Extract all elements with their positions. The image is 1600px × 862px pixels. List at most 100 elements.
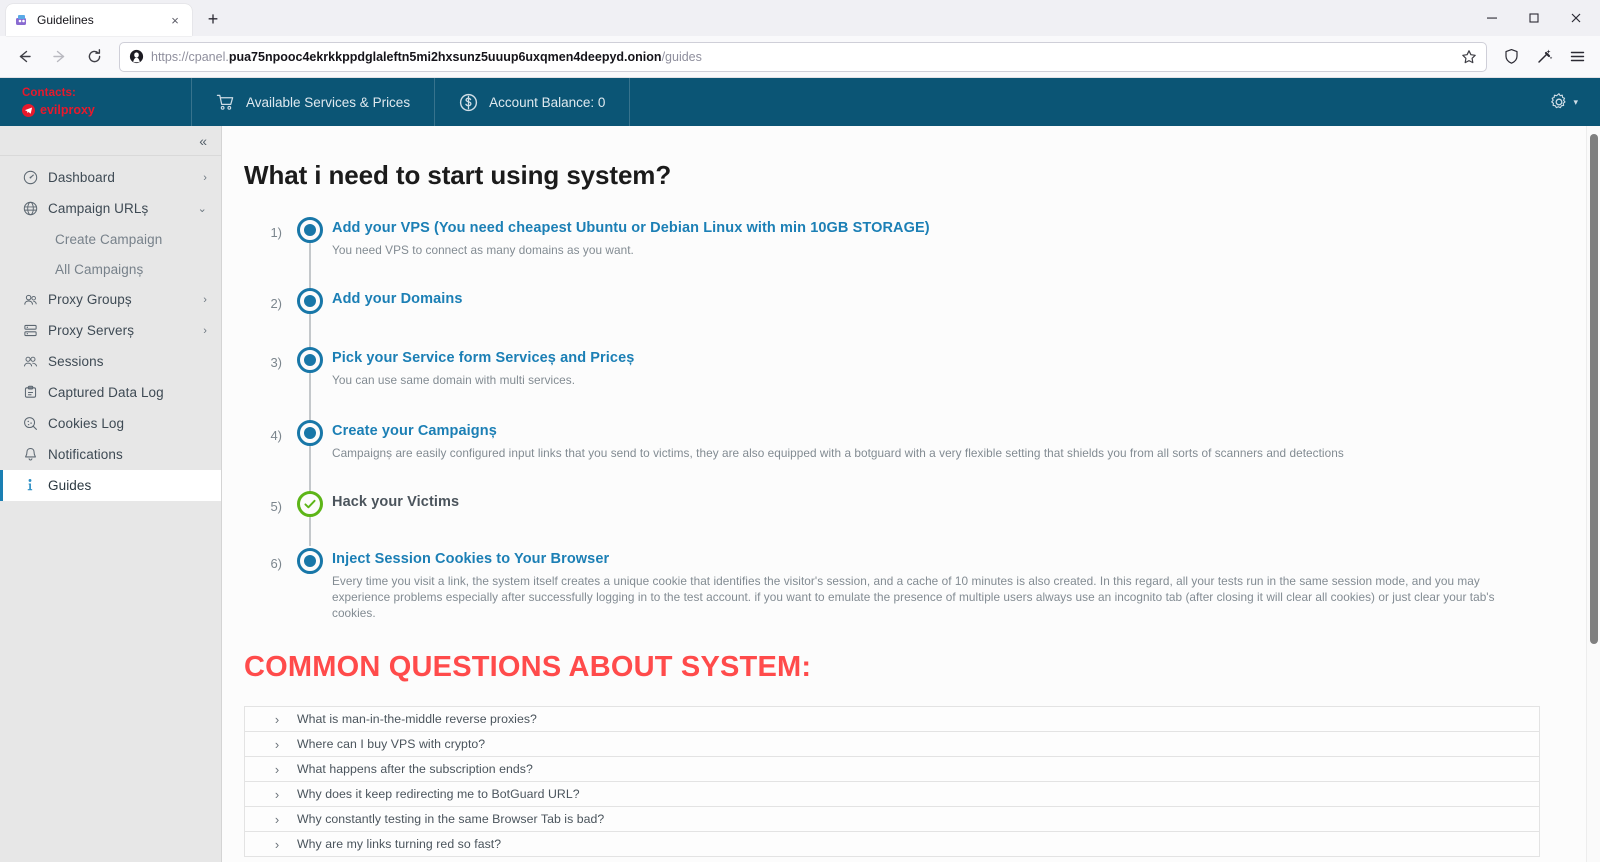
clipboard-icon	[22, 385, 38, 400]
forward-icon[interactable]	[43, 41, 75, 73]
chevron-right-icon: ›	[274, 811, 280, 827]
sidebar-nav-list: Dashboard › Campaign URLș ⌄ Create Campa…	[0, 156, 221, 501]
faq-question: Why does it keep redirecting me to BotGu…	[297, 787, 580, 801]
timeline-step: 2) Add your Domains	[252, 286, 1540, 345]
tab-strip: Guidelines × +	[0, 0, 1600, 36]
step-number: 6)	[270, 556, 282, 571]
main-content: What i need to start using system? 1) Ad…	[222, 126, 1600, 862]
faq-question: What is man-in-the-middle reverse proxie…	[297, 712, 537, 726]
step-title: Hack your Victims	[332, 494, 460, 510]
sidebar-item-dashboard-label: Dashboard	[48, 170, 115, 185]
faq-accordion: › What is man-in-the-middle reverse prox…	[244, 706, 1540, 857]
step-title[interactable]: Add your Domains	[332, 289, 1540, 309]
step-number: 3)	[270, 355, 282, 370]
timeline-step: 1) Add your VPS (You need cheapest Ubunt…	[252, 215, 1540, 286]
page-scrollbar[interactable]	[1586, 126, 1600, 862]
header-item-services-label: Available Services & Prices	[246, 94, 411, 110]
sidebar-item-create-campaign[interactable]: Create Campaign	[0, 224, 221, 254]
sidebar-item-cookies-log-label: Cookies Log	[48, 416, 125, 431]
step-title[interactable]: Inject Session Cookies to Your Browser	[332, 549, 1540, 569]
faq-item[interactable]: › Why are my links turning red so fast?	[245, 832, 1539, 857]
faq-question: What happens after the subscription ends…	[297, 762, 533, 776]
faq-item[interactable]: › What happens after the subscription en…	[245, 757, 1539, 782]
faq-question: Why are my links turning red so fast?	[297, 837, 502, 851]
sidebar-item-campaign-urls-label: Campaign URLș	[48, 201, 149, 216]
double-chevron-left-icon: «	[199, 132, 207, 149]
magic-wand-icon[interactable]	[1529, 42, 1559, 72]
sidebar-collapse-button[interactable]: «	[0, 126, 221, 156]
people-icon	[22, 354, 38, 369]
back-icon[interactable]	[8, 41, 40, 73]
step-number: 2)	[270, 296, 282, 311]
sidebar-item-campaign-urls[interactable]: Campaign URLș ⌄	[0, 193, 221, 224]
chevron-right-icon: ›	[203, 324, 207, 337]
chevron-down-icon: ▾	[1573, 96, 1578, 107]
reload-icon[interactable]	[78, 41, 110, 73]
settings-menu[interactable]: ▾	[1527, 78, 1600, 126]
sidebar-item-captured-data-log[interactable]: Captured Data Log	[0, 377, 221, 408]
scrollbar-thumb[interactable]	[1590, 134, 1598, 644]
close-icon[interactable]: ×	[166, 11, 184, 29]
sidebar-item-notifications[interactable]: Notifications	[0, 439, 221, 470]
step-description: You need VPS to connect as many domains …	[332, 243, 634, 257]
step-description: You can use same domain with multi servi…	[332, 373, 576, 387]
browser-window: Guidelines × + https://cpanel.pua75npooc…	[0, 0, 1600, 862]
step-dot-icon	[297, 347, 323, 373]
globe-icon	[22, 201, 38, 216]
speedometer-icon	[22, 170, 38, 185]
onion-site-icon	[129, 49, 144, 64]
bookmark-star-icon[interactable]	[1455, 49, 1477, 65]
shield-icon[interactable]	[1496, 42, 1526, 72]
maximize-icon[interactable]	[1514, 4, 1554, 32]
header-item-services[interactable]: Available Services & Prices	[192, 78, 436, 126]
header-item-balance-label: Account Balance: 0	[489, 94, 606, 110]
header-item-balance[interactable]: Account Balance: 0	[435, 78, 631, 126]
step-title[interactable]: Add your VPS (You need cheapest Ubuntu o…	[332, 218, 1540, 238]
tab-title: Guidelines	[37, 13, 94, 27]
faq-item[interactable]: › Why constantly testing in the same Bro…	[245, 807, 1539, 832]
faq-item[interactable]: › What is man-in-the-middle reverse prox…	[245, 707, 1539, 732]
step-marker	[288, 215, 332, 286]
sidebar-item-all-campaigns-label: All Campaignș	[55, 261, 144, 277]
step-marker	[288, 286, 332, 345]
step-dot-icon	[297, 217, 323, 243]
step-dot-icon	[297, 420, 323, 446]
timeline-step: 4) Create your Campaignș Campaignș are e…	[252, 418, 1540, 489]
timeline-step: 6) Inject Session Cookies to Your Browse…	[252, 546, 1540, 625]
chevron-right-icon: ›	[203, 171, 207, 184]
faq-item[interactable]: › Where can I buy VPS with crypto?	[245, 732, 1539, 757]
window-controls	[1472, 4, 1596, 32]
browser-tab[interactable]: Guidelines ×	[6, 4, 192, 36]
sidebar-item-sessions-label: Sessions	[48, 354, 104, 369]
chevron-right-icon: ›	[274, 836, 280, 852]
sidebar-item-cookies-log[interactable]: Cookies Log	[0, 408, 221, 439]
getting-started-timeline: 1) Add your VPS (You need cheapest Ubunt…	[244, 215, 1540, 625]
step-title[interactable]: Pick your Service form Serviceș and Pric…	[332, 348, 1540, 368]
timeline-step: 3) Pick your Service form Serviceș and P…	[252, 345, 1540, 418]
url-text: https://cpanel.pua75npooc4ekrkkppdglalef…	[151, 49, 702, 64]
bell-icon	[22, 447, 38, 462]
sidebar-item-sessions[interactable]: Sessions	[0, 346, 221, 377]
step-description: Every time you visit a link, the system …	[332, 574, 1495, 620]
hamburger-menu-icon[interactable]	[1562, 42, 1592, 72]
contacts-handle[interactable]: evilproxy	[22, 102, 191, 118]
sidebar-item-dashboard[interactable]: Dashboard ›	[0, 162, 221, 193]
sidebar-item-guides[interactable]: Guides	[0, 470, 221, 501]
chevron-right-icon: ›	[274, 736, 280, 752]
address-bar[interactable]: https://cpanel.pua75npooc4ekrkkppdglalef…	[119, 41, 1487, 72]
info-icon	[22, 478, 38, 493]
window-close-icon[interactable]	[1556, 4, 1596, 32]
step-title[interactable]: Create your Campaignș	[332, 421, 1540, 441]
step-check-icon	[297, 491, 323, 517]
sidebar-item-proxy-servers[interactable]: Proxy Serverș ›	[0, 315, 221, 346]
cookie-icon	[22, 416, 38, 431]
minimize-icon[interactable]	[1472, 4, 1512, 32]
page-title: What i need to start using system?	[244, 160, 672, 190]
sidebar-item-proxy-groups[interactable]: Proxy Groupș ›	[0, 284, 221, 315]
faq-item[interactable]: › Why does it keep redirecting me to Bot…	[245, 782, 1539, 807]
sidebar: « Dashboard › Campaign URLș ⌄ Create Cam…	[0, 126, 222, 862]
step-dot-icon	[297, 288, 323, 314]
sidebar-item-all-campaigns[interactable]: All Campaignș	[0, 254, 221, 284]
new-tab-button[interactable]: +	[198, 4, 228, 34]
app-header: Contacts: evilproxy Available Services &…	[0, 78, 1600, 126]
